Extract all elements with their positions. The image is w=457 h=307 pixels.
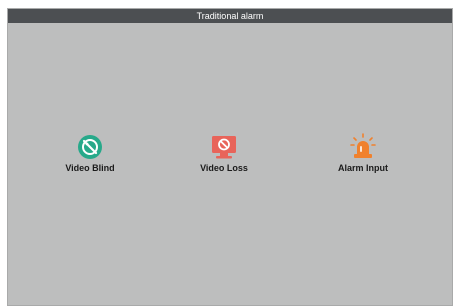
traditional-alarm-window: Traditional alarm Video Blind Video Loss — [7, 8, 453, 306]
video-blind-label: Video Blind — [65, 163, 115, 173]
video-loss-label: Video Loss — [200, 163, 248, 173]
video-loss-button[interactable]: Video Loss — [169, 129, 279, 185]
alarm-input-label: Alarm Input — [337, 163, 388, 173]
window-title: Traditional alarm — [8, 9, 452, 23]
video-blind-icon — [76, 133, 104, 161]
video-loss-icon — [210, 133, 238, 161]
video-blind-button[interactable]: Video Blind — [35, 129, 145, 185]
alarm-input-button[interactable]: Alarm Input — [308, 129, 418, 185]
alarm-input-icon — [349, 133, 377, 161]
